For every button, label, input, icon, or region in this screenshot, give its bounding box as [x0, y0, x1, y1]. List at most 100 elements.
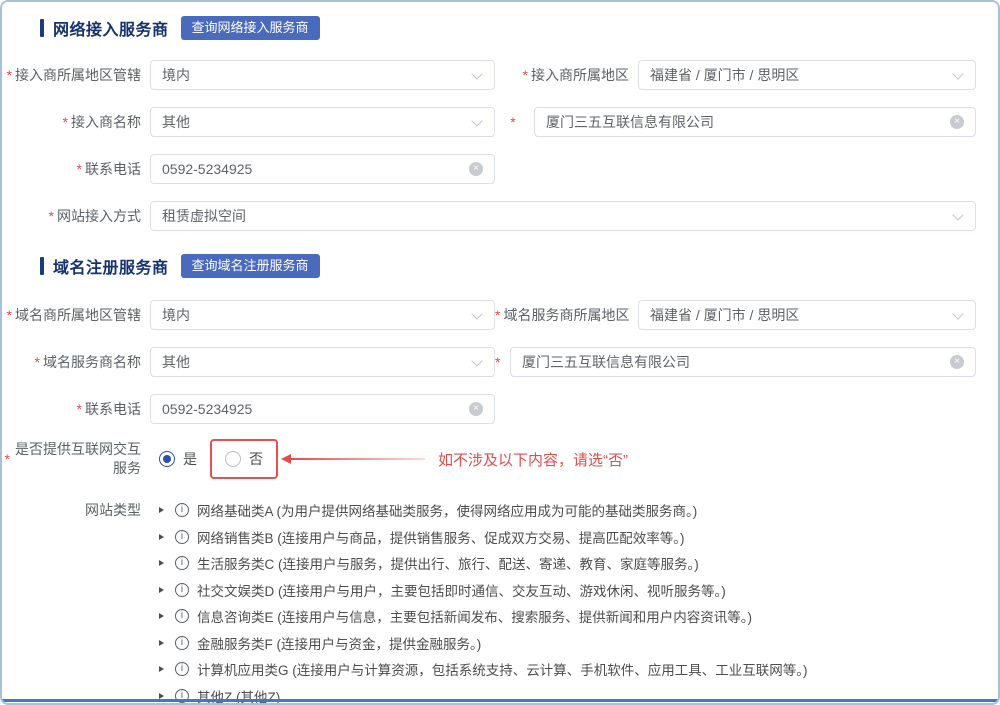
select-value: 福建省 / 厦门市 / 思明区 [650, 305, 946, 325]
query-domain-registrar-button[interactable]: 查询域名注册服务商 [181, 254, 320, 278]
form-row: *接入商名称 其他 * [2, 107, 976, 137]
website-type-text: 社交文娱类D (连接用户与用户，主要包括即时通信、交友互动、游戏休闲、视听服务等… [197, 580, 726, 600]
field-domain-region: *域名服务商所属地区 福建省 / 厦门市 / 思明区 [495, 300, 976, 330]
clear-icon[interactable] [469, 402, 483, 416]
caret-right-icon[interactable] [159, 693, 164, 699]
info-icon [175, 609, 189, 623]
website-type-text: 生活服务类C (连接用户与服务，提供出行、旅行、配送、寄递、教育、家庭等服务。) [197, 553, 699, 573]
info-icon [175, 662, 189, 676]
field-label: *联系电话 [2, 154, 150, 184]
field-label: *接入商名称 [2, 107, 150, 137]
website-type-list: 网络基础类A (为用户提供网络基础类服务，使得网络应用成为可能的基础类服务商。)… [150, 497, 998, 705]
annotation-arrow [281, 454, 425, 464]
query-network-access-provider-button[interactable]: 查询网络接入服务商 [181, 16, 320, 40]
radio-option-no-highlight-box: 否 [210, 439, 278, 479]
website-type-text: 其他Z (其他Z) [197, 686, 280, 705]
required-asterisk: * [523, 67, 528, 83]
field-domain-phone: *联系电话 [2, 394, 495, 424]
radio-selected-icon[interactable] [159, 451, 175, 467]
form-row: *域名商所属地区管辖 境内 *域名服务商所属地区 福建省 / 厦门市 / 思明区 [2, 300, 976, 330]
required-asterisk: * [63, 114, 68, 130]
website-access-method-select[interactable]: 租赁虚拟空间 [150, 201, 976, 231]
domain-phone-input[interactable] [162, 401, 463, 417]
website-type-text: 金融服务类F (连接用户与资金，提供金融服务。) [197, 633, 481, 653]
chevron-down-icon [952, 309, 964, 321]
domain-phone-field [150, 394, 495, 424]
website-type-text: 计算机应用类G (连接用户与计算资源，包括系统支持、云计算、手机软件、应用工具、… [197, 659, 808, 679]
radio-label: 是 [183, 449, 197, 469]
domain-registrar-name-select[interactable]: 其他 [150, 347, 495, 377]
chevron-down-icon [471, 309, 483, 321]
access-provider-custom-name-field [534, 107, 976, 137]
arrow-line [291, 458, 425, 460]
website-type-item[interactable]: 金融服务类F (连接用户与资金，提供金融服务。) [150, 630, 998, 657]
caret-right-icon[interactable] [159, 534, 164, 540]
radio-option-yes[interactable]: 是 [159, 449, 197, 469]
field-label: *接入商所属地区管辖 [2, 60, 150, 90]
arrow-left-icon [281, 454, 291, 464]
section-title: 网络接入服务商 [53, 16, 169, 40]
icp-filing-form-panel: 网络接入服务商 查询网络接入服务商 *接入商所属地区管辖 境内 *接入商所属地区… [0, 0, 1000, 705]
website-type-text: 信息咨询类E (连接用户与信息，主要包括新闻发布、搜索服务、提供新闻和用户内容资… [197, 606, 752, 626]
field-domain-registrar-custom-name: * [495, 347, 976, 377]
domain-jurisdiction-select[interactable]: 境内 [150, 300, 495, 330]
radio-unselected-icon[interactable] [225, 451, 241, 467]
form-row: *接入商所属地区管辖 境内 *接入商所属地区 福建省 / 厦门市 / 思明区 [2, 60, 976, 90]
form-row: *联系电话 [2, 394, 976, 424]
radio-option-no[interactable]: 否 [225, 449, 263, 469]
select-value: 福建省 / 厦门市 / 思明区 [650, 65, 946, 85]
website-type-item[interactable]: 网络销售类B (连接用户与商品，提供销售服务、促成双方交易、提高匹配效率等。) [150, 524, 998, 551]
field-label: *域名服务商所属地区 [495, 300, 638, 330]
radio-label: 否 [249, 449, 263, 469]
clear-icon[interactable] [950, 115, 964, 129]
clear-icon[interactable] [469, 162, 483, 176]
info-icon [175, 636, 189, 650]
form-row: *域名服务商名称 其他 * [2, 347, 976, 377]
caret-right-icon[interactable] [159, 666, 164, 672]
network-access-section-header: 网络接入服务商 查询网络接入服务商 [40, 15, 998, 41]
access-jurisdiction-select[interactable]: 境内 [150, 60, 495, 90]
domain-registrar-form: *域名商所属地区管辖 境内 *域名服务商所属地区 福建省 / 厦门市 / 思明区… [2, 300, 998, 424]
required-asterisk: * [495, 107, 534, 137]
chevron-down-icon [471, 116, 483, 128]
website-type-item[interactable]: 社交文娱类D (连接用户与用户，主要包括即时通信、交友互动、游戏休闲、视听服务等… [150, 577, 998, 604]
domain-region-select[interactable]: 福建省 / 厦门市 / 思明区 [638, 300, 976, 330]
website-type-item[interactable]: 信息咨询类E (连接用户与信息，主要包括新闻发布、搜索服务、提供新闻和用户内容资… [150, 603, 998, 630]
website-type-item[interactable]: 计算机应用类G (连接用户与计算资源，包括系统支持、云计算、手机软件、应用工具、… [150, 656, 998, 683]
access-region-select[interactable]: 福建省 / 厦门市 / 思明区 [638, 60, 976, 90]
website-type-label: 网站类型 [2, 497, 150, 705]
required-asterisk: * [77, 161, 82, 177]
website-type-section: 网站类型 网络基础类A (为用户提供网络基础类服务，使得网络应用成为可能的基础类… [2, 497, 998, 705]
field-access-provider-custom-name: * [495, 107, 976, 137]
required-asterisk: * [35, 354, 40, 370]
field-access-jurisdiction: *接入商所属地区管辖 境内 [2, 60, 495, 90]
caret-right-icon[interactable] [159, 560, 164, 566]
clear-icon[interactable] [950, 355, 964, 369]
interactive-service-row: * 是否提供互联网交互服务 是 否 如不涉及以下内容，请选“否” [2, 438, 998, 480]
chevron-down-icon [471, 356, 483, 368]
field-label: *联系电话 [2, 394, 150, 424]
section-title: 域名注册服务商 [53, 254, 169, 278]
field-access-phone: *联系电话 [2, 154, 495, 184]
website-type-item[interactable]: 生活服务类C (连接用户与服务，提供出行、旅行、配送、寄递、教育、家庭等服务。) [150, 550, 998, 577]
website-type-text: 网络销售类B (连接用户与商品，提供销售服务、促成双方交易、提高匹配效率等。) [197, 527, 685, 547]
domain-registrar-custom-name-field [510, 347, 976, 377]
required-asterisk: * [7, 67, 12, 83]
access-phone-input[interactable] [162, 161, 463, 177]
form-row: *网站接入方式 租赁虚拟空间 [2, 201, 976, 231]
access-provider-name-select[interactable]: 其他 [150, 107, 495, 137]
caret-right-icon[interactable] [159, 613, 164, 619]
caret-right-icon[interactable] [159, 587, 164, 593]
form-row: *联系电话 [2, 154, 976, 184]
caret-right-icon[interactable] [159, 507, 164, 513]
field-access-region: *接入商所属地区 福建省 / 厦门市 / 思明区 [495, 60, 976, 90]
caret-right-icon[interactable] [159, 640, 164, 646]
access-provider-custom-name-input[interactable] [546, 114, 944, 130]
website-type-text: 网络基础类A (为用户提供网络基础类服务，使得网络应用成为可能的基础类服务商。) [197, 500, 697, 520]
field-label: *接入商所属地区 [495, 60, 638, 90]
website-type-item[interactable]: 网络基础类A (为用户提供网络基础类服务，使得网络应用成为可能的基础类服务商。) [150, 497, 998, 524]
info-icon [175, 530, 189, 544]
required-asterisk: * [77, 401, 82, 417]
domain-registrar-custom-name-input[interactable] [522, 354, 944, 370]
field-domain-registrar-name: *域名服务商名称 其他 [2, 347, 495, 377]
